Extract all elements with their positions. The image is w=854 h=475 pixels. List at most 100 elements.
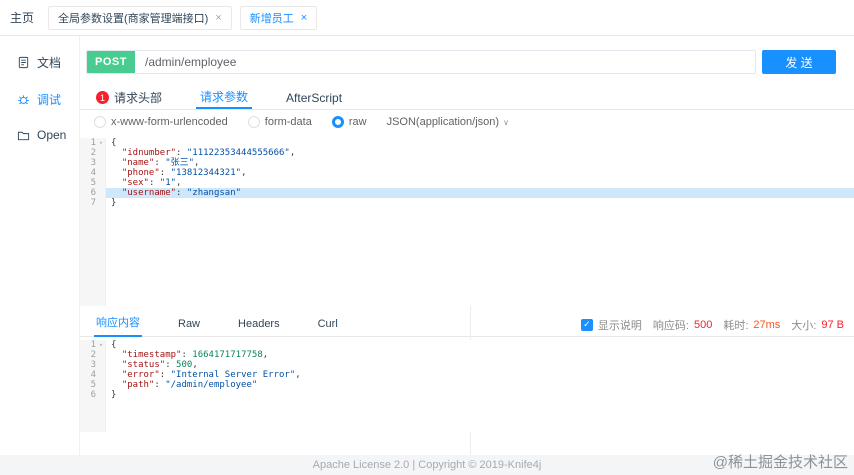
code-token: 500	[176, 360, 193, 370]
fold-icon	[96, 380, 106, 390]
tab-global-params[interactable]: 全局参数设置(商家管理端接口) ×	[48, 5, 232, 30]
code-token: ,	[295, 370, 301, 380]
code-token: "1"	[159, 178, 177, 188]
request-body-editor[interactable]: 1 ▾{2 "idnumber": "11122353444555666", 3 "…	[80, 138, 854, 306]
tab-request-params[interactable]: 请求参数	[196, 86, 253, 109]
code-token: :	[176, 188, 187, 198]
tab-label: 请求参数	[200, 90, 249, 104]
home-tab[interactable]: 主页	[10, 9, 34, 26]
knife4j-debug-screen: 主页 全局参数设置(商家管理端接口) × 新增员工 × 文档 调试 Open P…	[0, 0, 854, 475]
code-token: "error"	[121, 370, 160, 380]
radio-label: x-www-form-urlencoded	[111, 116, 228, 128]
line-number: 6	[90, 188, 96, 198]
size-label: 大小:	[791, 319, 817, 332]
line-number: 6	[90, 390, 96, 400]
watermark-text: @稀土掘金技术社区	[712, 454, 848, 471]
request-url-input[interactable]: /admin/employee	[135, 51, 755, 73]
sidebar-item-label: 调试	[37, 93, 62, 107]
code-token: {	[111, 138, 117, 148]
line-number: 2	[90, 350, 96, 360]
send-button[interactable]: 发 送	[762, 50, 836, 74]
close-icon[interactable]: ×	[301, 12, 307, 24]
code-line[interactable]: 6}	[80, 390, 854, 400]
tab-response-content[interactable]: 响应内容	[94, 312, 142, 337]
fold-icon[interactable]: ▾	[96, 138, 106, 148]
license-text: Apache License 2.0 | Copyright © 2019-Kn…	[312, 459, 542, 471]
code-line[interactable]: 5 "path": "/admin/employee"	[80, 380, 854, 390]
line-content: "phone": "13812344321",	[106, 168, 854, 178]
sidebar-item-open[interactable]: Open	[0, 118, 79, 152]
code-token: :	[159, 168, 171, 178]
code-token: "11122353444555666"	[186, 148, 290, 158]
tab-request-headers[interactable]: 1 请求头部	[92, 86, 166, 109]
top-tab-bar: 主页 全局参数设置(商家管理端接口) × 新增员工 ×	[0, 0, 854, 36]
sidebar-item-label: Open	[37, 128, 67, 142]
debug-icon	[18, 95, 29, 105]
response-editor-lines: 1 ▾{2 "timestamp": 1664171717758, 3 "statu…	[80, 340, 854, 400]
line-number: 7	[90, 198, 96, 208]
debug-panel: POST /admin/employee 发 送 1 请求头部 请求参数 Aft…	[80, 36, 854, 455]
fold-icon	[96, 390, 106, 400]
body-mode-row: x-www-form-urlencoded form-data raw JSON…	[94, 116, 509, 128]
fold-icon	[96, 168, 106, 178]
radio-label: raw	[348, 116, 367, 128]
tab-curl[interactable]: Curl	[316, 313, 340, 336]
code-line[interactable]: 4 "error": "Internal Server Error",	[80, 370, 854, 380]
line-content: "username": "zhangsan"	[106, 188, 854, 198]
fold-icon	[96, 370, 106, 380]
radio-label: form-data	[264, 116, 312, 128]
code-line[interactable]: 3 "status": 500,	[80, 360, 854, 370]
code-line[interactable]: 6 "username": "zhangsan"	[80, 188, 854, 198]
code-line[interactable]: 5 "sex": "1",	[80, 178, 854, 188]
code-token: "sex"	[121, 178, 149, 188]
code-token: "timestamp"	[121, 350, 182, 360]
code-token: "status"	[121, 360, 166, 370]
line-content: {	[106, 340, 854, 350]
code-line[interactable]: 3 "name": "张三",	[80, 158, 854, 168]
line-content: }	[106, 390, 854, 400]
elapsed-label: 耗时:	[723, 319, 749, 332]
code-token: ,	[192, 360, 198, 370]
radio-form-data[interactable]: form-data	[247, 116, 312, 128]
line-content: "timestamp": 1664171717758,	[106, 350, 854, 360]
code-line[interactable]: 1 ▾ {	[80, 138, 854, 148]
code-line[interactable]: 7}	[80, 198, 854, 208]
response-meta: ✓ 显示说明 响应码: 500 耗时: 27ms 大小: 97 B	[580, 312, 844, 337]
tab-label: 全局参数设置(商家管理端接口)	[58, 12, 209, 25]
line-number: 3	[90, 360, 96, 370]
tab-raw[interactable]: Raw	[176, 313, 202, 336]
code-token: "name"	[121, 158, 155, 168]
code-line[interactable]: 1 ▾ {	[80, 340, 854, 350]
code-token: ,	[194, 158, 200, 168]
code-token: "path"	[121, 380, 155, 390]
tab-afterscript[interactable]: AfterScript	[282, 86, 346, 109]
radio-raw[interactable]: raw	[331, 116, 367, 128]
code-token: "张三"	[165, 158, 195, 168]
response-body-editor[interactable]: 1 ▾{2 "timestamp": 1664171717758, 3 "statu…	[80, 340, 854, 432]
radio-urlencoded[interactable]: x-www-form-urlencoded	[94, 116, 228, 128]
status-code-label: 响应码:	[652, 319, 689, 332]
show-description-checkbox[interactable]: ✓	[580, 318, 593, 331]
code-line[interactable]: 2 "idnumber": "11122353444555666",	[80, 148, 854, 158]
code-line[interactable]: 2 "timestamp": 1664171717758,	[80, 350, 854, 360]
fold-icon	[96, 178, 106, 188]
close-icon[interactable]: ×	[215, 12, 221, 24]
fold-icon[interactable]: ▾	[96, 340, 106, 350]
code-line[interactable]: 4 "phone": "13812344321",	[80, 168, 854, 178]
line-number: 1	[90, 340, 96, 350]
elapsed-value: 27ms	[753, 318, 781, 331]
content-type-select[interactable]: JSON(application/json) ∨	[387, 116, 509, 128]
line-number: 4	[90, 370, 96, 380]
fold-icon	[96, 198, 106, 208]
code-token: "13812344321"	[170, 168, 242, 178]
sidebar-item-debug[interactable]: 调试	[0, 81, 79, 118]
code-token: :	[181, 350, 193, 360]
size-value: 97 B	[821, 318, 844, 331]
sidebar-item-docs[interactable]: 文档	[0, 44, 79, 81]
tab-headers[interactable]: Headers	[236, 313, 282, 336]
line-content: }	[106, 198, 854, 208]
http-method-badge: POST	[87, 51, 135, 73]
tab-new-employee[interactable]: 新增员工 ×	[239, 5, 318, 30]
code-token: ,	[289, 148, 296, 158]
